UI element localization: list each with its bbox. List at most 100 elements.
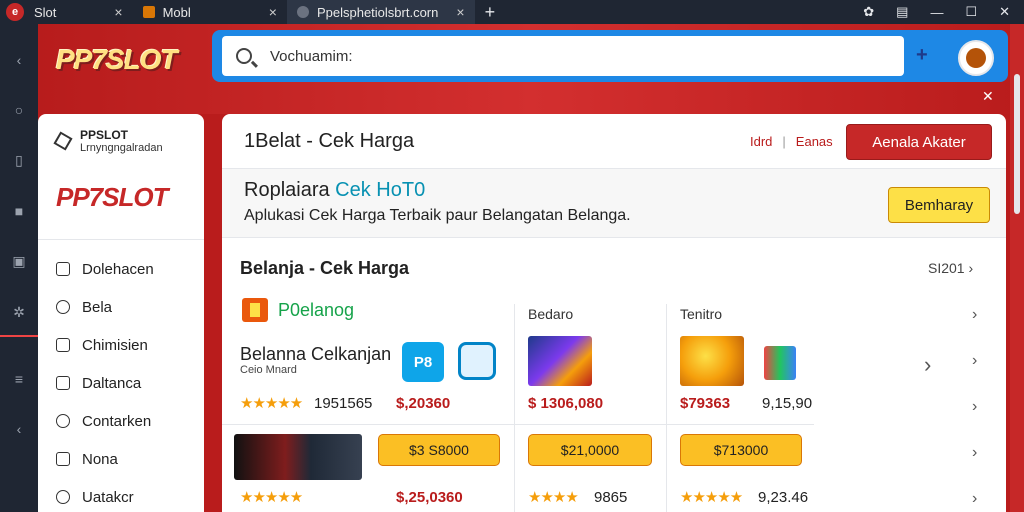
section-more-label: SI201 [928, 260, 965, 276]
rating-stars: ★★★★★ [240, 489, 303, 506]
product-thumbnail[interactable] [680, 336, 744, 386]
back-icon[interactable]: ‹ [17, 52, 22, 68]
price-value: $,25,0360 [396, 489, 463, 506]
tab-favicon-icon [142, 6, 155, 18]
promo-title-highlight: Cek HoT0 [335, 179, 426, 201]
chevron-right-icon[interactable]: › [972, 490, 977, 508]
rating-count: 9,23.46 [758, 489, 809, 506]
book-icon[interactable]: ▯ [15, 152, 23, 169]
collapse-icon[interactable]: ‹ [17, 421, 22, 437]
promo-button[interactable]: Bemharay [888, 187, 990, 223]
chevron-right-icon[interactable]: › [972, 398, 977, 416]
price-button[interactable]: $713000 [680, 434, 802, 466]
browser-logo-icon[interactable]: e [6, 3, 24, 21]
separator: | [782, 134, 786, 149]
folder-icon[interactable]: ■ [15, 203, 23, 219]
sidebar-item-contarken[interactable]: Contarken [38, 402, 204, 440]
add-button[interactable]: + [916, 44, 928, 67]
window-controls: ✿ ▤ — ☐ ✕ [863, 4, 1024, 20]
top-link[interactable]: Idrd [750, 134, 772, 149]
sidebar-item-uatakcr[interactable]: Uatakcr [38, 478, 204, 512]
left-rail: ‹ ○ ▯ ■ ▣ ✲ ≡ ‹ [0, 24, 38, 512]
close-icon[interactable]: ✕ [982, 88, 994, 105]
close-window-icon[interactable]: ✕ [999, 4, 1010, 20]
chevron-right-icon: › [968, 260, 974, 276]
sidebar-logo[interactable]: PP7SLOT [56, 182, 204, 213]
gear-icon[interactable]: ✲ [13, 304, 25, 321]
sidebar-item-daltanca[interactable]: Daltanca [38, 364, 204, 402]
avatar[interactable] [958, 40, 994, 76]
chevron-right-icon[interactable]: › [924, 352, 931, 378]
promo-title-part: Roplaiara [244, 179, 330, 201]
maximize-icon[interactable]: ☐ [965, 4, 977, 20]
tab-label: Mobl [162, 4, 191, 20]
site-logo[interactable]: PP7SLOT [56, 44, 178, 76]
rating-stars: ★★★★★ [680, 489, 743, 506]
sidebar-item-label: Nona [82, 450, 118, 468]
sidebar-brand-title: PPSLOT [80, 128, 129, 142]
chevron-right-icon[interactable]: › [972, 352, 977, 370]
price-button[interactable]: $3 S8000 [378, 434, 500, 466]
product-name[interactable]: Belanna Celkanjan [240, 344, 391, 365]
price-extra: 9,15,90 [762, 395, 813, 412]
close-tab-icon[interactable]: × [114, 4, 122, 20]
browser-tab-bar: e Slot × Mobl × Ppelsphetiolsbrt.corn × … [0, 0, 1024, 24]
row-divider [222, 424, 814, 425]
promo-banner: Roplaiara Cek HoT0 Aplukasi Cek Harga Te… [222, 168, 1006, 238]
product-thumbnail[interactable] [234, 434, 362, 480]
tab-label: Ppelsphetiolsbrt.corn [316, 4, 439, 20]
scrollbar[interactable] [1010, 24, 1024, 512]
sidebar-item-label: Contarken [82, 412, 152, 430]
search-icon [236, 48, 252, 64]
chevron-right-icon[interactable]: › [972, 444, 977, 462]
sidebar-item-dolehacen[interactable]: Dolehacen [38, 250, 204, 288]
product-thumbnail[interactable] [764, 346, 796, 380]
sidebar-item-label: Dolehacen [82, 260, 154, 278]
chevron-right-icon[interactable]: › [972, 306, 977, 324]
tab-label: Slot [34, 4, 57, 20]
price-value: $79363 [680, 395, 731, 412]
square-icon [56, 338, 70, 352]
cart-icon[interactable] [458, 342, 496, 380]
tab-mobl[interactable]: Mobl × [133, 0, 287, 24]
sidebar-item-nona[interactable]: Nona [38, 440, 204, 478]
section-more-link[interactable]: SI201 › [928, 260, 973, 276]
new-tab-button[interactable]: + [485, 2, 496, 23]
close-tab-icon[interactable]: × [269, 4, 277, 20]
sidebar-item-label: Bela [82, 298, 113, 316]
archive-icon[interactable]: ▣ [12, 253, 25, 270]
rating-count: 9865 [594, 489, 628, 506]
tab-slot[interactable]: Slot × [24, 0, 133, 24]
promo-title: Roplaiara Cek HoT0 [244, 179, 425, 202]
extension-icon[interactable]: ✿ [863, 4, 874, 20]
top-link[interactable]: Eanas [796, 134, 833, 149]
calendar-icon [56, 262, 70, 276]
user-icon [56, 490, 70, 504]
sidebar-item-bela[interactable]: Bela [38, 288, 204, 326]
circle-icon[interactable]: ○ [15, 102, 23, 118]
price-value: $ 1306,080 [528, 395, 604, 412]
product-subtitle: Ceio Mnard [240, 364, 297, 376]
rating-count: 1951565 [314, 395, 373, 412]
page-title: 1Belat - Cek Harga [244, 130, 415, 152]
rail-divider [0, 335, 38, 337]
scrollbar-thumb[interactable] [1014, 74, 1020, 214]
sidebar: PPSLOT Lrnyngngalradan PP7SLOT Dolehacen… [38, 114, 204, 512]
sidebar-brand-subtitle: Lrnyngngalradan [80, 142, 163, 154]
rating-stars: ★★★★★ [240, 395, 303, 412]
product-thumbnail[interactable] [528, 336, 592, 386]
category-name[interactable]: P0elanog [278, 300, 354, 321]
close-tab-icon[interactable]: × [456, 4, 464, 20]
search-input[interactable]: Vochuamim: [222, 36, 904, 76]
tab-site[interactable]: Ppelsphetiolsbrt.corn × [286, 0, 475, 24]
list-icon[interactable]: ≡ [15, 371, 23, 387]
menu-icon[interactable]: ▤ [896, 4, 908, 20]
minimize-icon[interactable]: — [930, 5, 943, 20]
image-icon [56, 376, 70, 390]
alert-button[interactable]: Aenala Akater [846, 124, 992, 160]
column-label: Bedaro [528, 306, 574, 322]
price-button[interactable]: $21,0000 [528, 434, 652, 466]
tab-favicon-icon [296, 6, 309, 18]
app-icon[interactable]: P8 [402, 342, 444, 382]
sidebar-item-chimisien[interactable]: Chimisien [38, 326, 204, 364]
